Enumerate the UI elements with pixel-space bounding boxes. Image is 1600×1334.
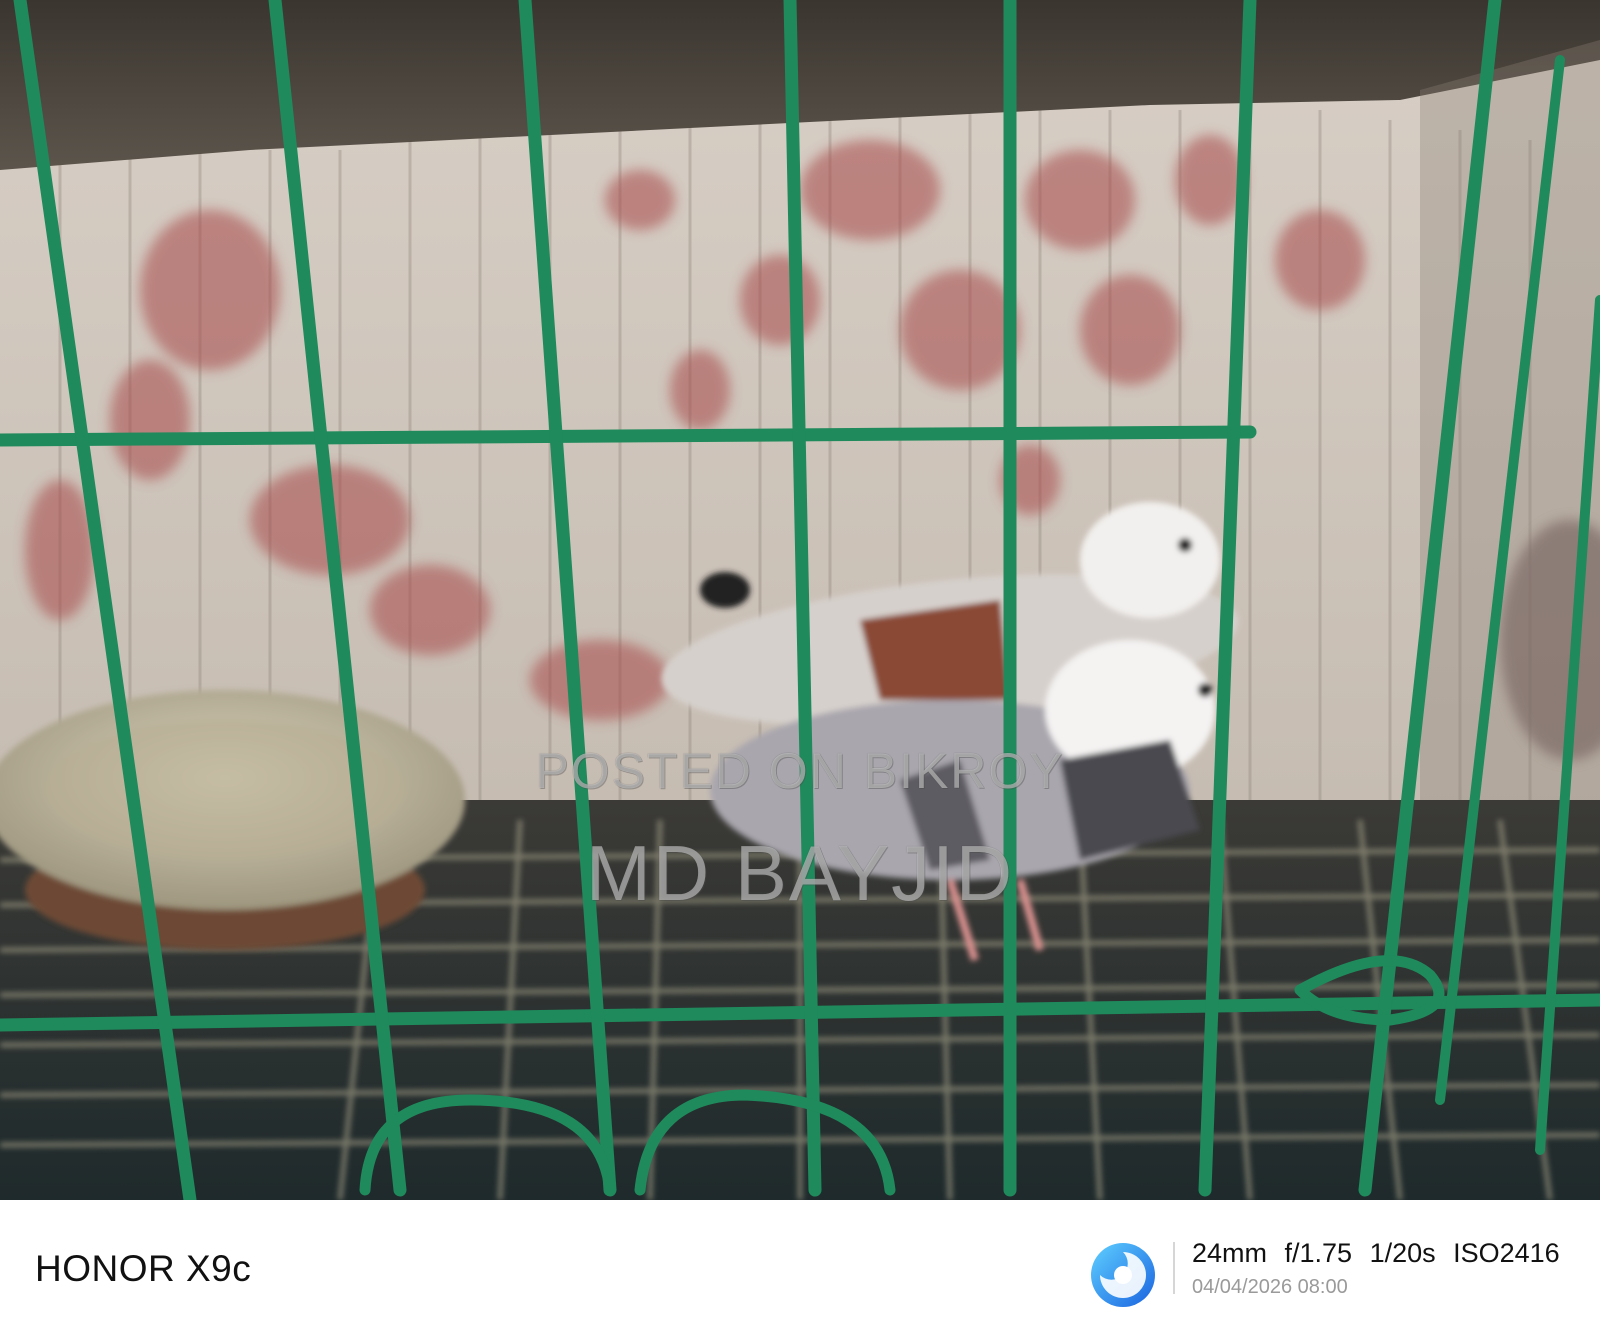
camera-info-footer: HONOR X9c 24mm f/1.75 1/20s ISO2416 04/0… [0, 1200, 1600, 1334]
caged-pigeons-scene [0, 0, 1600, 1200]
camera-lens-logo-icon [1091, 1243, 1155, 1307]
photo: POSTED ON BIKROY MD BAYJID [0, 0, 1600, 1200]
camera-brand-label: HONOR X9c [35, 1248, 252, 1289]
capture-datetime: 04/04/2026 08:00 [1192, 1276, 1348, 1298]
exposure-specs: 24mm f/1.75 1/20s ISO2416 [1192, 1238, 1560, 1268]
footer-divider [1173, 1242, 1175, 1294]
feeding-dish [0, 690, 465, 950]
